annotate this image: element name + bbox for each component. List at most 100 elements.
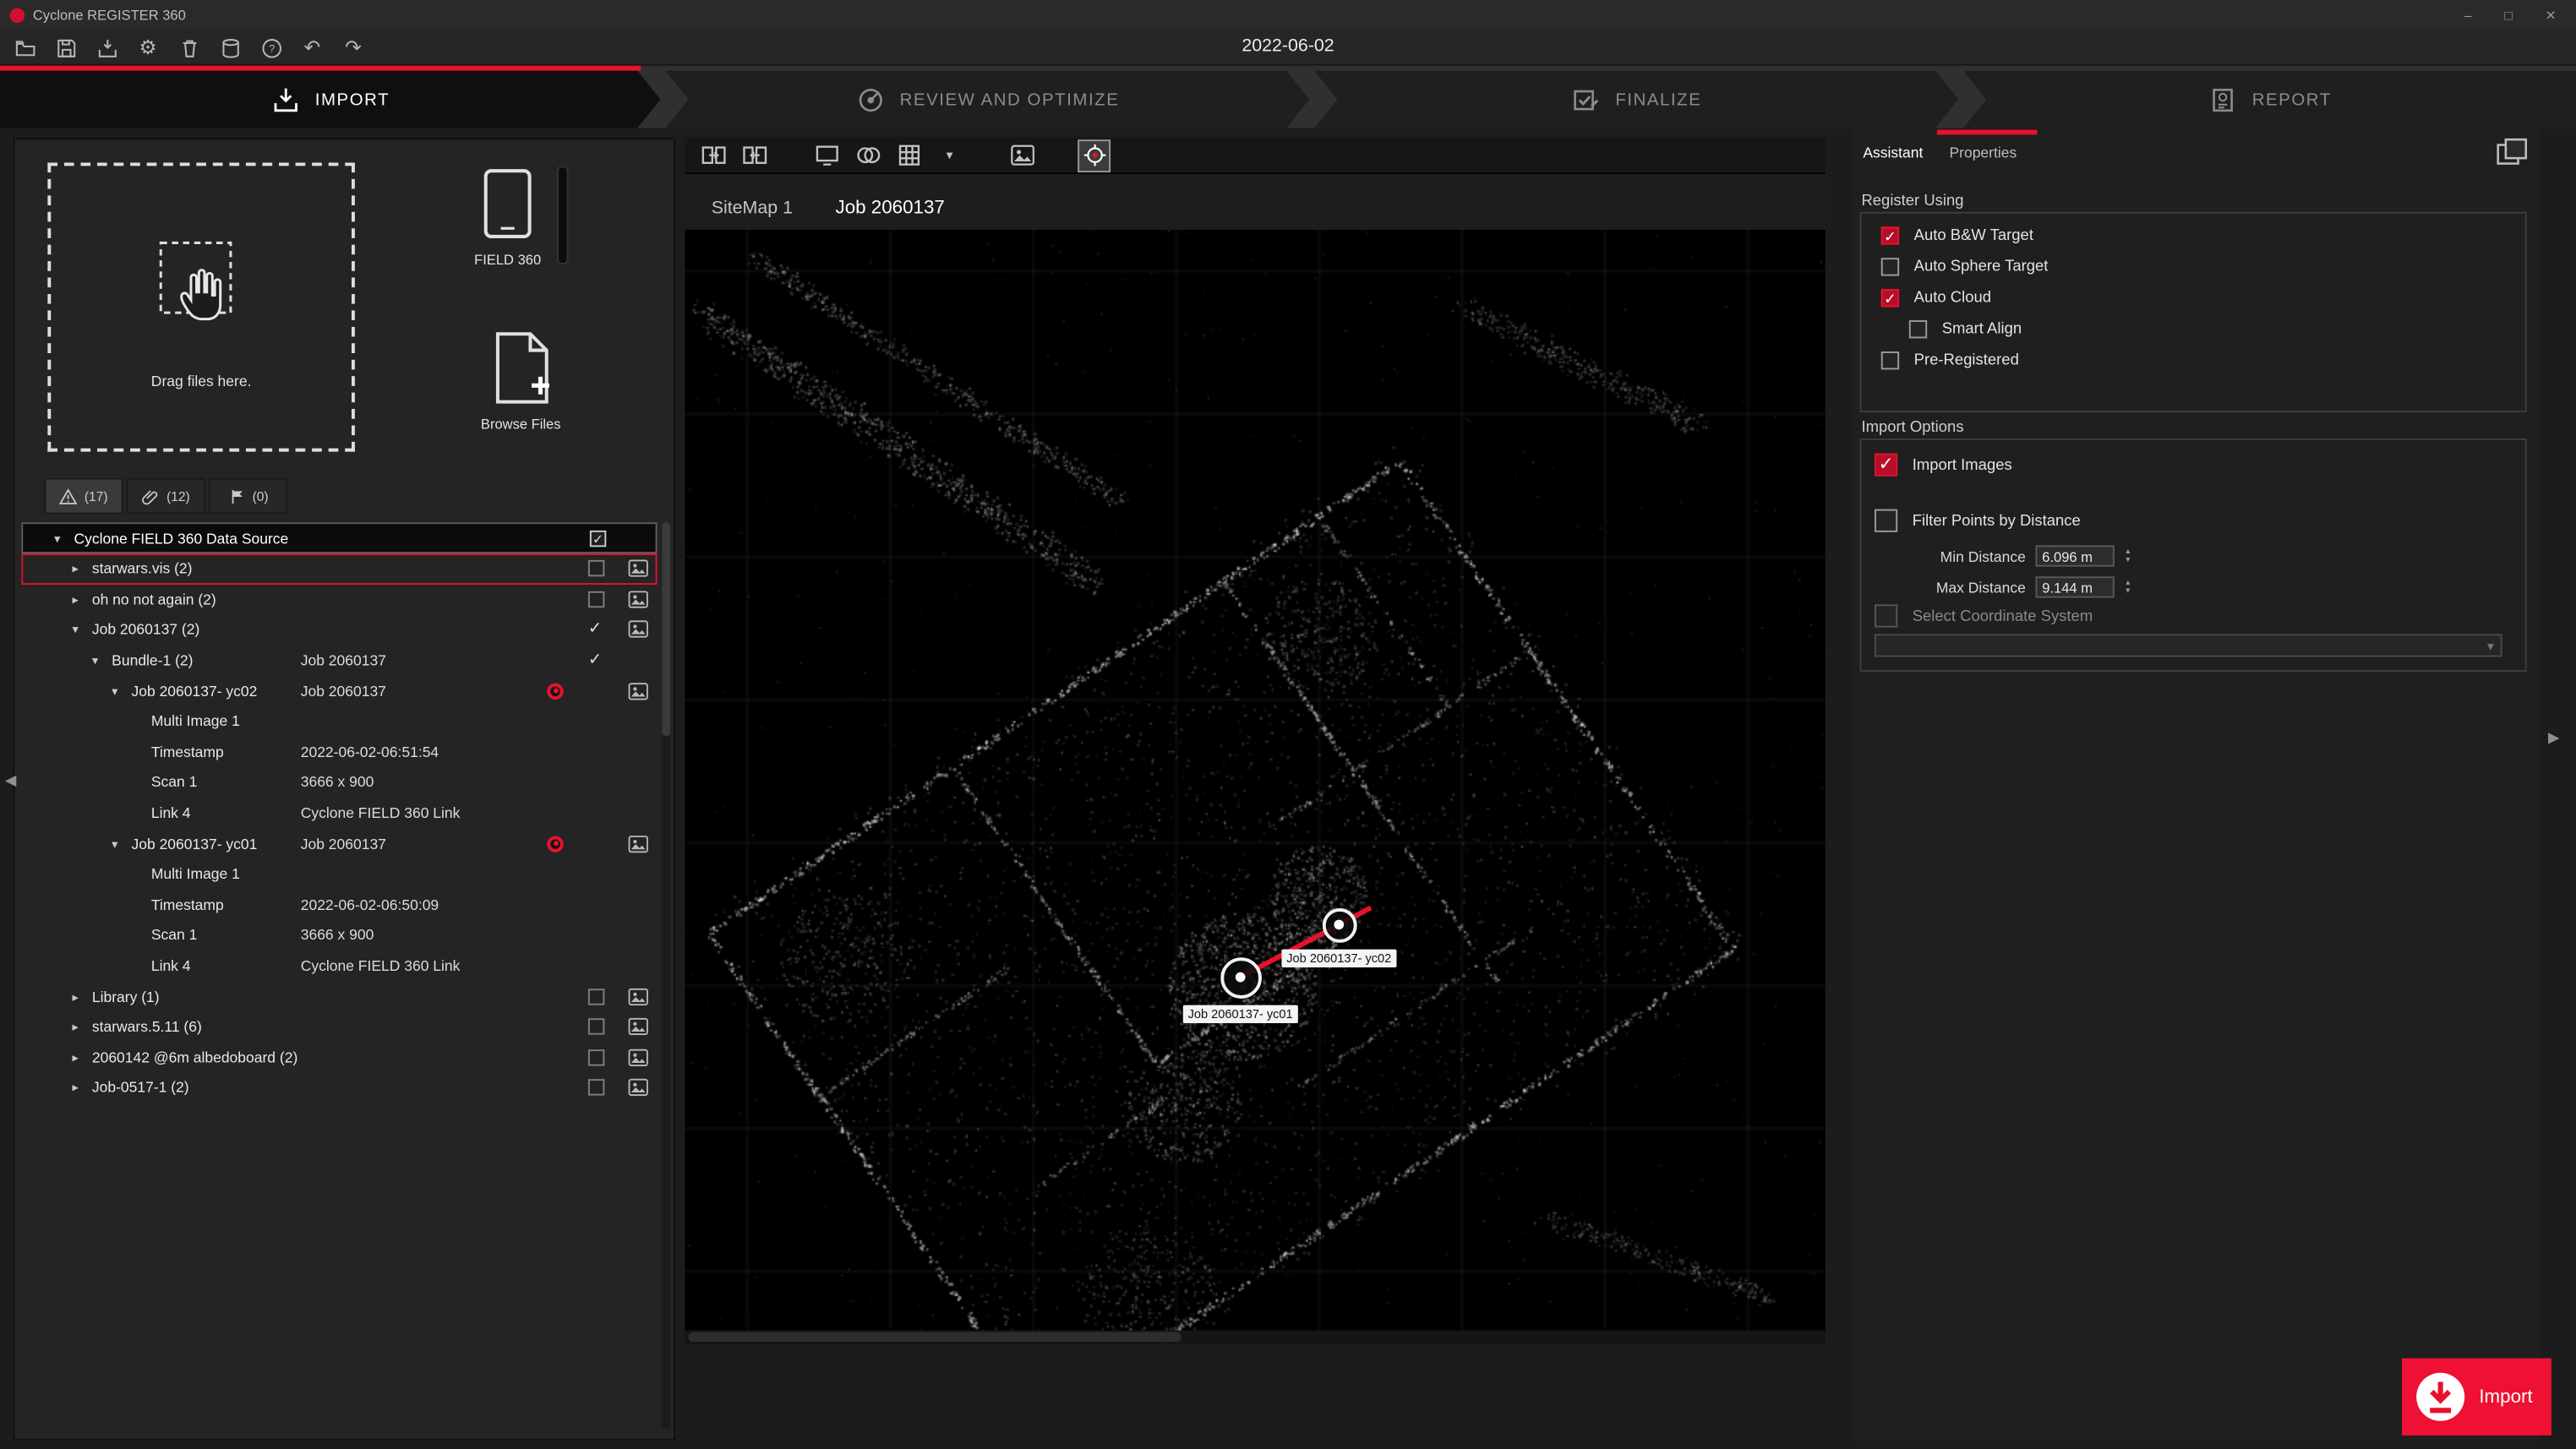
panel-layout-icon[interactable]	[2496, 138, 2529, 166]
tree-row[interactable]: ▾ Bundle-1 (2) Job 2060137 ✓	[21, 646, 657, 676]
redo-icon[interactable]: ↷	[341, 36, 364, 59]
register-split-right-icon[interactable]	[740, 140, 769, 170]
workflow-step-review-and-optimize[interactable]: REVIEW AND OPTIMIZE	[665, 71, 1309, 128]
tree-row[interactable]: Timestamp 2022-06-02-06:50:09	[21, 890, 657, 920]
maximize-button[interactable]: □	[2504, 8, 2512, 22]
tree-row[interactable]: Scan 1 3666 x 900	[21, 920, 657, 951]
tree-row[interactable]: Scan 1 3666 x 900	[21, 767, 657, 798]
grid-view-icon[interactable]	[893, 140, 923, 170]
drop-zone[interactable]: Drag files here.	[47, 162, 355, 452]
tree-row[interactable]: ▸ starwars.5.11 (6)	[21, 1011, 657, 1042]
canvas-hscrollbar[interactable]	[685, 1330, 1826, 1344]
collapse-arrow-icon[interactable]: ▾	[112, 836, 117, 851]
min-distance-input[interactable]: 6.096 m	[2035, 545, 2115, 567]
minimize-button[interactable]: –	[2464, 8, 2472, 22]
collapse-arrow-icon[interactable]: ▾	[73, 623, 79, 637]
expand-arrow-icon[interactable]: ▸	[73, 989, 79, 1003]
scan-marker[interactable]	[1321, 907, 1356, 942]
grid-caret-icon[interactable]: ▾	[935, 140, 964, 170]
viewer-tab-job-2060137[interactable]: Job 2060137	[816, 188, 964, 231]
fit-to-view-icon[interactable]	[811, 140, 841, 170]
auto-cloud-align-icon[interactable]	[1078, 139, 1111, 172]
list-tab-1[interactable]: (12)	[126, 477, 205, 515]
field-360-source[interactable]: FIELD 360	[452, 166, 564, 268]
close-button[interactable]: ✕	[2546, 8, 2557, 22]
source-scrollbar[interactable]	[556, 166, 569, 264]
collapse-left-panel-arrow[interactable]: ◀	[5, 772, 16, 790]
tree-row[interactable]: ▸ 2060142 @6m albedoboard (2)	[21, 1042, 657, 1072]
tree-checkbox[interactable]: ✓	[589, 529, 607, 547]
tree-row[interactable]: Multi Image 1	[21, 859, 657, 890]
tree-row[interactable]: ▸ starwars.vis (2)	[21, 553, 657, 584]
tree-row[interactable]: Link 4 Cyclone FIELD 360 Link	[21, 951, 657, 981]
thumbnail-icon[interactable]	[628, 591, 651, 608]
tree-checkbox[interactable]	[587, 1018, 605, 1036]
thumbnail-icon[interactable]	[628, 1049, 651, 1066]
thumbnail-icon[interactable]	[628, 1018, 651, 1036]
tree-row[interactable]: ▾ Job 2060137- yc01 Job 2060137	[21, 828, 657, 858]
panel-tab-properties[interactable]: Properties	[1935, 129, 2037, 169]
workflow-step-finalize[interactable]: FINALIZE	[1314, 71, 1958, 128]
max-distance-input[interactable]: 9.144 m	[2035, 576, 2115, 598]
help-icon[interactable]: ?	[259, 36, 282, 59]
tree-row[interactable]: ▸ Job-0517-1 (2)	[21, 1073, 657, 1103]
expand-arrow-icon[interactable]: ▸	[73, 1081, 79, 1095]
workflow-step-import[interactable]: IMPORT	[0, 71, 660, 128]
undo-icon[interactable]: ↶	[301, 36, 324, 59]
pre-registered-checkbox[interactable]	[1880, 351, 1900, 370]
register-split-left-icon[interactable]	[698, 140, 728, 170]
collapse-right-panel-arrow[interactable]: ▶	[2548, 729, 2559, 747]
auto-sphere-target-checkbox[interactable]	[1880, 258, 1900, 276]
tree-row[interactable]: ▸ Library (1)	[21, 981, 657, 1011]
tree-row[interactable]: Timestamp 2022-06-02-06:51:54	[21, 737, 657, 767]
import-images-checkbox[interactable]: ✓	[1874, 453, 1898, 477]
tree-row[interactable]: Link 4 Cyclone FIELD 360 Link	[21, 798, 657, 828]
open-project-icon[interactable]	[14, 36, 36, 59]
coordinate-system-checkbox[interactable]	[1874, 604, 1898, 628]
collapse-arrow-icon[interactable]: ▾	[92, 653, 98, 667]
workflow-step-report[interactable]: REPORT	[1962, 70, 2576, 128]
tree-row[interactable]: ▾ Job 2060137- yc02 Job 2060137	[21, 676, 657, 706]
import-button[interactable]: Import	[2401, 1358, 2551, 1435]
collapse-arrow-icon[interactable]: ▾	[112, 684, 117, 698]
expand-arrow-icon[interactable]: ▸	[73, 1020, 79, 1034]
visual-alignment-icon[interactable]	[853, 140, 882, 170]
list-tab-2[interactable]: (0)	[208, 477, 288, 515]
image-gallery-icon[interactable]	[1007, 140, 1037, 170]
tree-checkbox[interactable]	[587, 560, 605, 577]
delete-icon[interactable]	[177, 36, 200, 59]
tree-checkbox[interactable]	[587, 591, 605, 608]
thumbnail-icon[interactable]	[628, 559, 651, 578]
import-data-icon[interactable]	[96, 36, 118, 59]
thumbnail-icon[interactable]	[628, 621, 651, 639]
viewer-tab-sitemap-1[interactable]: SiteMap 1	[691, 188, 812, 231]
tree-checkbox[interactable]	[587, 1079, 605, 1097]
point-cloud[interactable]	[685, 230, 1826, 1344]
settings-icon[interactable]: ⚙	[136, 36, 159, 59]
expand-arrow-icon[interactable]: ▸	[73, 592, 79, 607]
tree-checkbox[interactable]	[587, 1049, 605, 1066]
thumbnail-icon[interactable]	[628, 987, 651, 1005]
auto-cloud-checkbox[interactable]: ✓	[1880, 289, 1900, 308]
storage-icon[interactable]	[219, 36, 242, 59]
browse-files[interactable]: Browse Files	[455, 330, 587, 432]
auto-b-w-target-checkbox[interactable]: ✓	[1880, 226, 1900, 245]
expand-arrow-icon[interactable]: ▸	[73, 561, 79, 575]
save-project-icon[interactable]	[54, 36, 77, 59]
thumbnail-icon[interactable]	[628, 835, 651, 853]
coordinate-system-dropdown[interactable]: ▾	[1874, 634, 2502, 657]
tree-row[interactable]: ▸ oh no not again (2)	[21, 584, 657, 614]
tree-checkbox[interactable]	[587, 988, 605, 1005]
panel-tab-assistant[interactable]: Assistant	[1859, 133, 1926, 169]
list-tab-0[interactable]: (17)	[44, 477, 123, 515]
tree-scrollbar[interactable]	[662, 522, 671, 1430]
min-distance-stepper[interactable]: ▲ ▼	[2124, 547, 2131, 563]
collapse-arrow-icon[interactable]: ▾	[54, 531, 60, 545]
max-distance-stepper[interactable]: ▲ ▼	[2124, 579, 2131, 594]
tree-row[interactable]: Multi Image 1	[21, 706, 657, 737]
smart-align-checkbox[interactable]	[1908, 320, 1928, 339]
tree-row[interactable]: ▾ Cyclone FIELD 360 Data Source ✓	[21, 522, 658, 554]
tree-row[interactable]: ▾ Job 2060137 (2) ✓	[21, 614, 657, 645]
filter-points-checkbox[interactable]	[1874, 509, 1898, 532]
thumbnail-icon[interactable]	[628, 682, 651, 700]
